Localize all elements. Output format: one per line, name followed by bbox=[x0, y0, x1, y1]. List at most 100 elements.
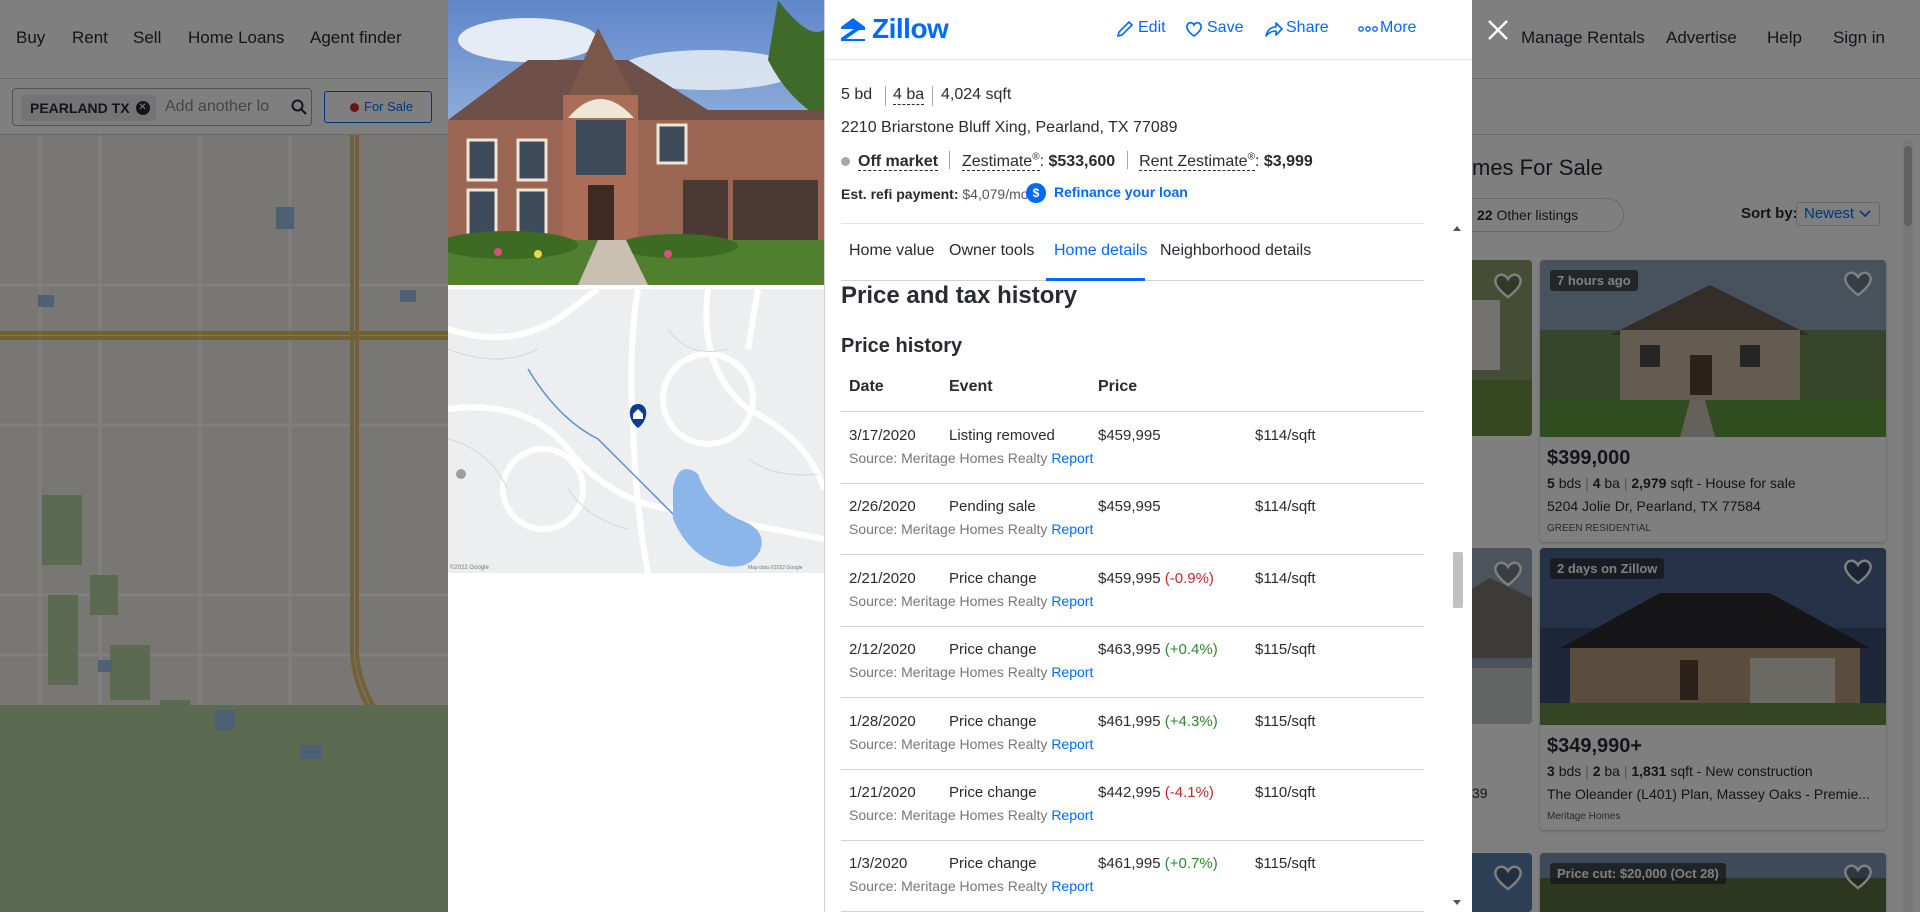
report-link[interactable]: Report bbox=[1051, 521, 1093, 537]
scroll-down-arrow-icon[interactable] bbox=[1453, 900, 1461, 905]
rent-zestimate-link[interactable]: Rent Zestimate® bbox=[1139, 152, 1255, 171]
row-price: $459,995 bbox=[1098, 427, 1161, 444]
sqft-fact: 4,024 sqft bbox=[941, 86, 1012, 103]
row-source-text: Source: Meritage Homes Realty bbox=[849, 521, 1048, 538]
row-price-per-sqft: $114/sqft bbox=[1255, 498, 1316, 516]
pencil-icon bbox=[1116, 20, 1134, 38]
row-date: 2/21/2020 bbox=[849, 569, 916, 587]
rent-zestimate-value: $3,999 bbox=[1263, 153, 1313, 170]
row-price-per-sqft: $110/sqft bbox=[1255, 784, 1316, 801]
row-event: Price change bbox=[949, 569, 1037, 587]
row-source-text: Source: Meritage Homes Realty bbox=[849, 664, 1048, 681]
row-price-per-sqft: $114/sqft bbox=[1255, 427, 1316, 444]
table-row: 2/26/2020 Pending sale $459,995 $114/sqft S… bbox=[841, 483, 1424, 556]
row-event: Listing removed bbox=[949, 427, 1055, 444]
scroll-up-arrow-icon[interactable] bbox=[1453, 226, 1461, 231]
report-link[interactable]: Report bbox=[1051, 878, 1093, 894]
home-photo-image bbox=[448, 0, 824, 285]
status-divider bbox=[949, 151, 951, 169]
rent-zestimate-label: Rent Zestimate bbox=[1139, 153, 1248, 170]
left-column-blank bbox=[448, 573, 824, 912]
share-icon bbox=[1265, 22, 1283, 37]
fact-divider bbox=[932, 86, 933, 106]
row-price: $461,995 (+0.7%) bbox=[1098, 855, 1218, 872]
row-date: 2/26/2020 bbox=[849, 498, 916, 516]
location-map-graphic: ©2022 Google Map data ©2022 Google bbox=[448, 289, 824, 573]
row-price-per-sqft: $115/sqft bbox=[1255, 641, 1316, 659]
home-address: 2210 Briarstone Bluff Xing, Pearland, TX… bbox=[841, 119, 1178, 136]
details-panel: Zillow Edit Save Share More 5 bd 4 ba 4,… bbox=[825, 0, 1472, 912]
baths-fact[interactable]: 4 ba bbox=[893, 86, 925, 105]
refi-payment: Est. refi payment: $4,079/mo bbox=[841, 186, 1029, 202]
home-details-modal: ©2022 Google Map data ©2022 Google Zillo… bbox=[448, 0, 1472, 912]
more-button[interactable]: More bbox=[1358, 19, 1416, 37]
details-scrollbar[interactable] bbox=[1450, 223, 1465, 912]
scrollbar-thumb[interactable] bbox=[1453, 552, 1463, 608]
row-price: $463,995 (+0.4%) bbox=[1098, 641, 1218, 658]
tab-home-details[interactable]: Home details bbox=[1054, 242, 1147, 260]
save-label: Save bbox=[1207, 19, 1244, 36]
zestimate-link[interactable]: Zestimate® bbox=[961, 152, 1040, 171]
refi-value: $4,079/mo bbox=[962, 186, 1029, 202]
row-price-per-sqft: $114/sqft bbox=[1255, 569, 1316, 587]
active-tab-indicator bbox=[1046, 278, 1145, 281]
row-price-change: (-4.1%) bbox=[1164, 784, 1214, 801]
row-price-change: (-0.9%) bbox=[1164, 569, 1214, 587]
status-dot-icon bbox=[841, 157, 850, 166]
row-source: Source: Meritage Homes Realty Report bbox=[849, 593, 1093, 609]
row-date: 1/3/2020 bbox=[849, 855, 908, 873]
row-event: Price change bbox=[949, 784, 1037, 801]
share-button[interactable]: Share bbox=[1264, 19, 1329, 37]
tab-neighborhood-details[interactable]: Neighborhood details bbox=[1160, 242, 1311, 260]
zestimate-label: Zestimate bbox=[961, 153, 1033, 170]
edit-label: Edit bbox=[1138, 19, 1166, 36]
report-link[interactable]: Report bbox=[1051, 450, 1093, 466]
column-header-event: Event bbox=[949, 378, 993, 395]
report-link[interactable]: Report bbox=[1051, 736, 1093, 752]
row-source-text: Source: Meritage Homes Realty bbox=[849, 592, 1048, 609]
report-link[interactable]: Report bbox=[1051, 807, 1093, 823]
table-row: 3/17/2020 Listing removed $459,995 $114/sq… bbox=[841, 412, 1424, 484]
home-location-map[interactable]: ©2022 Google Map data ©2022 Google bbox=[448, 289, 824, 573]
home-photo[interactable] bbox=[448, 0, 824, 285]
subsection-title: Price history bbox=[841, 335, 963, 357]
table-row: 1/28/2020 Price change $461,995 (+4.3%) $11… bbox=[841, 698, 1424, 770]
report-link[interactable]: Report bbox=[1051, 593, 1093, 609]
row-source: Source: Meritage Homes Realty Report bbox=[849, 521, 1093, 537]
edit-button[interactable]: Edit bbox=[1116, 19, 1166, 38]
row-source: Source: Meritage Homes Realty Report bbox=[849, 736, 1093, 752]
row-source-text: Source: Meritage Homes Realty bbox=[849, 735, 1048, 752]
refi-label: Est. refi payment: bbox=[841, 186, 959, 202]
report-link[interactable]: Report bbox=[1051, 664, 1093, 680]
row-source-text: Source: Meritage Homes Realty bbox=[849, 807, 1048, 823]
section-title: Price and tax history bbox=[841, 282, 1078, 309]
refinance-label: Refinance your loan bbox=[1054, 184, 1188, 200]
zillow-logo-icon bbox=[841, 18, 865, 41]
row-price-per-sqft: $115/sqft bbox=[1255, 855, 1316, 873]
row-price: $459,995 bbox=[1098, 498, 1161, 515]
beds-fact: 5 bd bbox=[841, 86, 873, 103]
row-price: $459,995 (-0.9%) bbox=[1098, 570, 1214, 587]
dollar-icon: $ bbox=[1026, 183, 1046, 203]
refinance-link[interactable]: $ Refinance your loan bbox=[1026, 183, 1188, 203]
column-header-price: Price bbox=[1098, 378, 1138, 395]
row-source: Source: Meritage Homes Realty Report bbox=[849, 450, 1093, 466]
table-row: 1/3/2020 Price change $461,995 (+0.7%) $115… bbox=[841, 840, 1424, 912]
status-badge[interactable]: Off market bbox=[858, 153, 939, 171]
row-date: 3/17/2020 bbox=[849, 427, 916, 444]
close-icon[interactable] bbox=[1486, 18, 1510, 42]
column-header-date: Date bbox=[849, 378, 884, 395]
save-button[interactable]: Save bbox=[1185, 19, 1243, 37]
row-source: Source: Meritage Homes Realty Report bbox=[849, 664, 1093, 680]
table-row: 2/21/2020 Price change $459,995 (-0.9%) $11… bbox=[841, 555, 1424, 627]
row-price-value: $442,995 bbox=[1098, 784, 1161, 801]
row-price-value: $459,995 bbox=[1098, 569, 1161, 587]
zestimate-value: $533,600 bbox=[1048, 153, 1116, 170]
tab-home-value[interactable]: Home value bbox=[849, 242, 934, 260]
row-price-per-sqft: $115/sqft bbox=[1255, 712, 1316, 730]
zillow-logo-text: Zillow bbox=[872, 13, 949, 44]
row-date: 1/21/2020 bbox=[849, 784, 916, 801]
tab-owner-tools[interactable]: Owner tools bbox=[949, 242, 1034, 260]
row-source-text: Source: Meritage Homes Realty bbox=[849, 450, 1048, 466]
row-price-value: $461,995 bbox=[1098, 712, 1161, 730]
